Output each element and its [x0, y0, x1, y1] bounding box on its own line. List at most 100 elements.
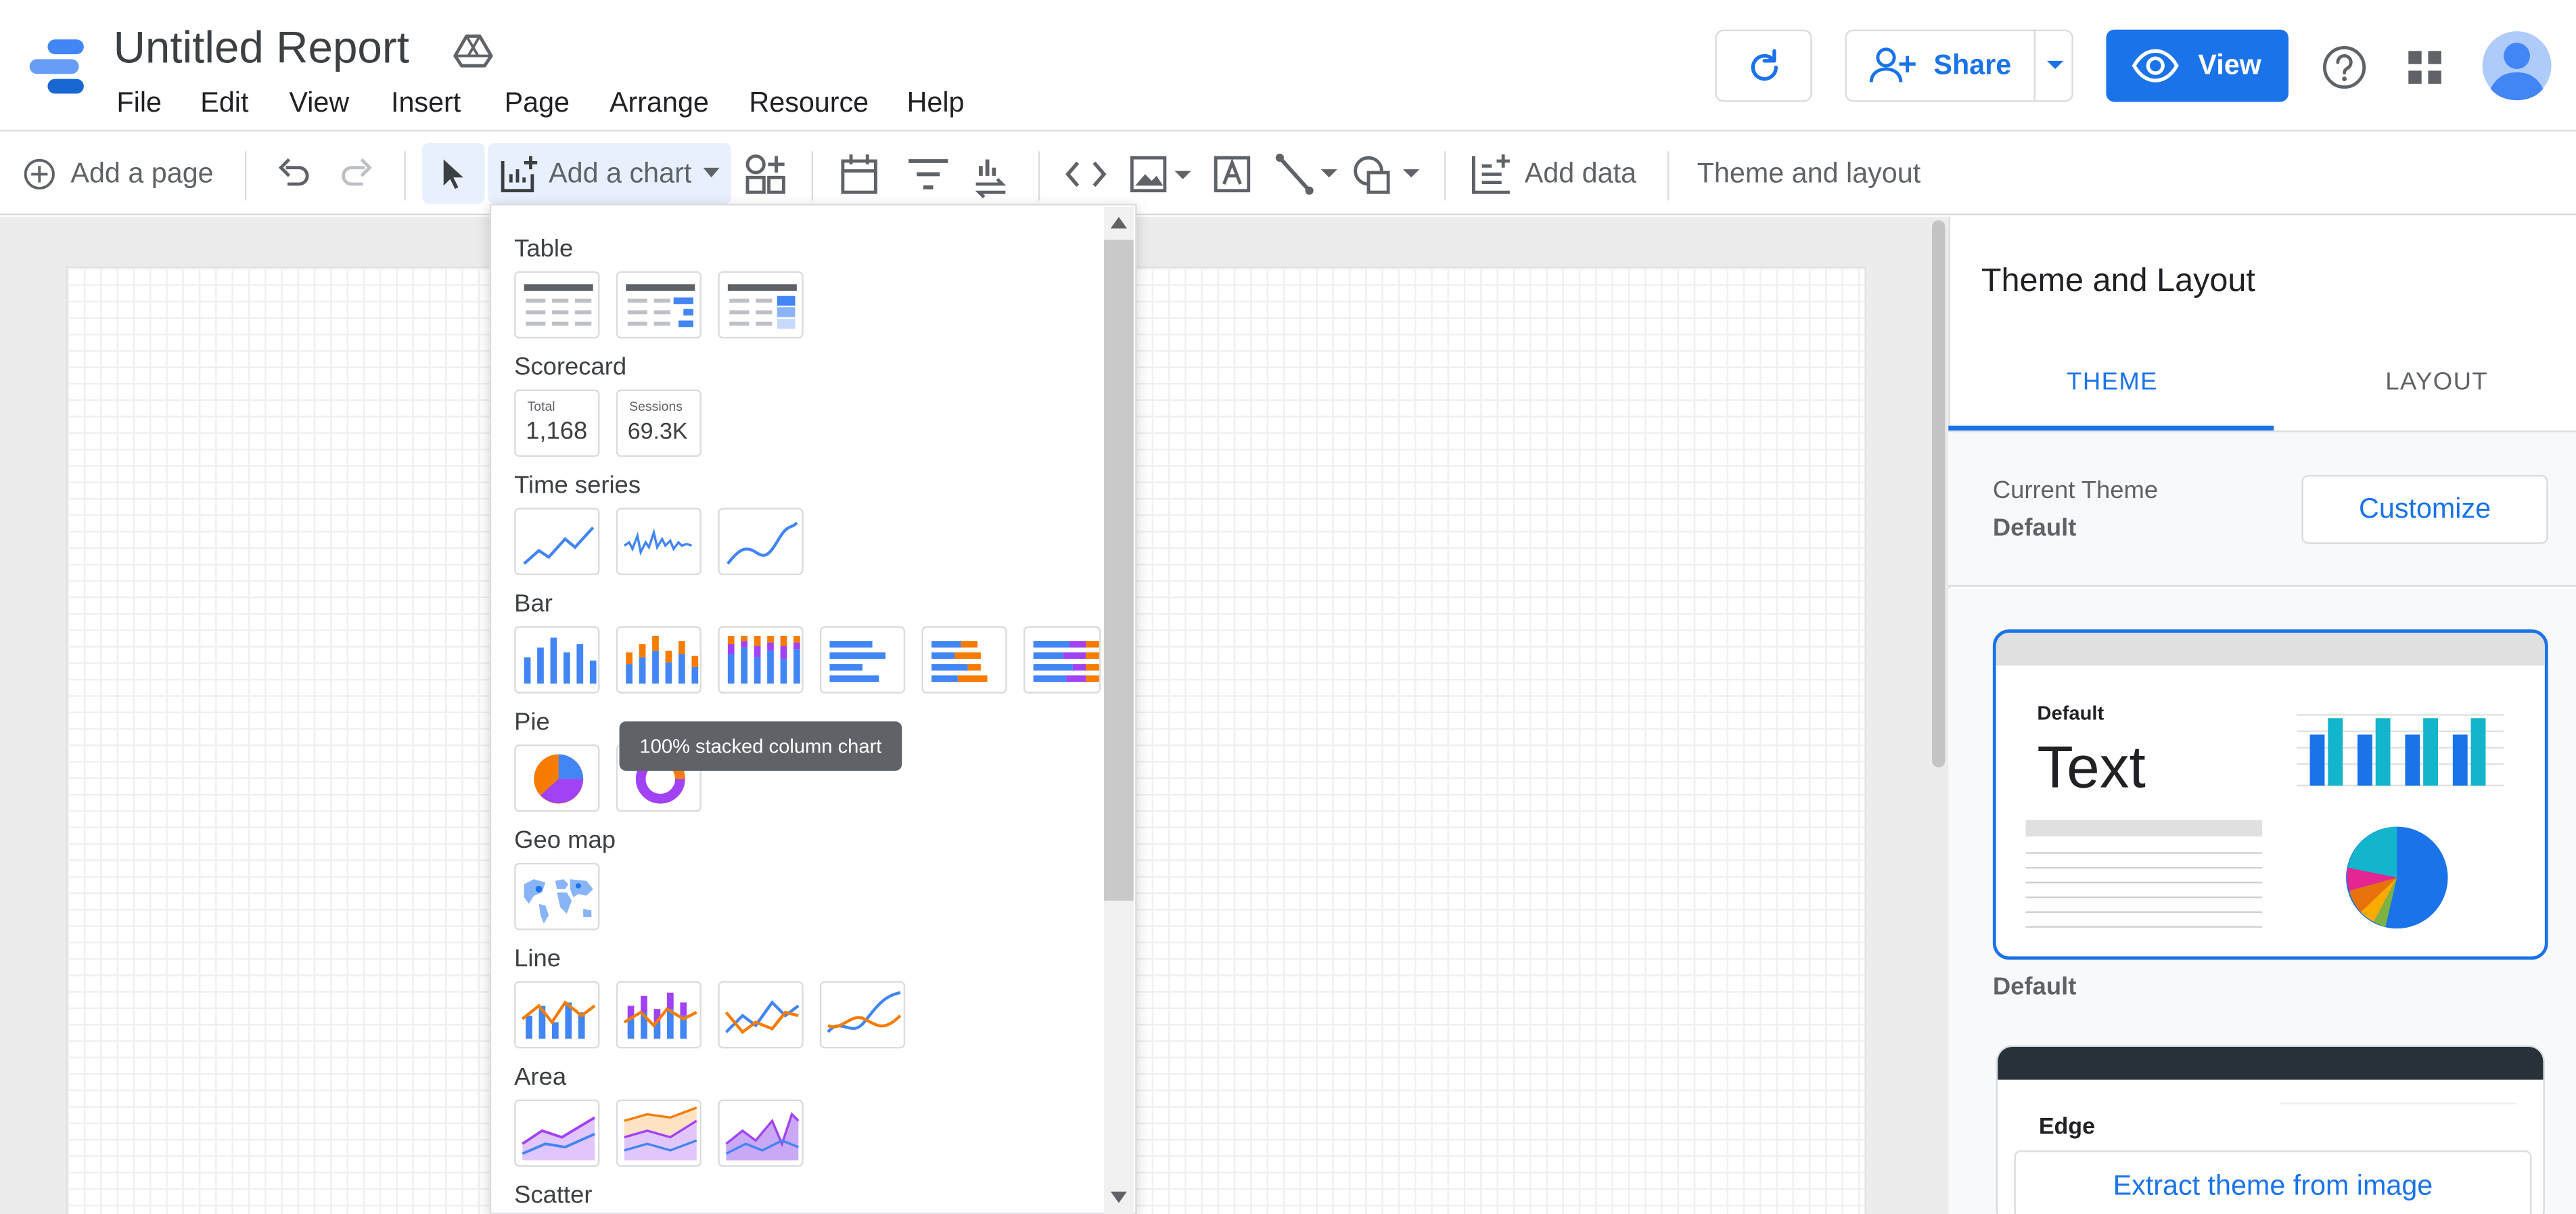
share-options-button[interactable]: [2033, 29, 2073, 102]
code-embed-icon[interactable]: [1065, 158, 1107, 191]
text-box-icon[interactable]: [1211, 153, 1254, 196]
looker-studio-logo[interactable]: [26, 36, 89, 98]
help-icon[interactable]: [2322, 45, 2368, 91]
tab-layout[interactable]: LAYOUT: [2385, 368, 2488, 396]
scroll-down-icon[interactable]: [1110, 1191, 1127, 1205]
toolbar-divider: [811, 151, 814, 201]
section-label-scorecard: Scorecard: [514, 353, 627, 382]
section-label-time-series: Time series: [514, 471, 641, 500]
theme-table-preview: [2025, 819, 2263, 928]
column-chart-icon: [524, 637, 597, 684]
table-icon: [524, 284, 593, 326]
menu-resource[interactable]: Resource: [749, 87, 869, 120]
chart-option-100-stacked-column[interactable]: [718, 626, 804, 694]
drive-icon[interactable]: [453, 33, 493, 69]
chart-option-time-series[interactable]: [514, 508, 600, 575]
add-chart-label: Add a chart: [549, 158, 692, 189]
data-control-icon[interactable]: [971, 153, 1010, 199]
apps-grid-icon[interactable]: [2407, 49, 2443, 85]
percent-stacked-area-icon: [725, 1112, 800, 1161]
select-tool-button[interactable]: [422, 143, 485, 204]
chart-option-scorecard-compact[interactable]: Sessions 69.3K: [616, 389, 702, 457]
chart-option-table-heatmap[interactable]: [718, 271, 804, 339]
tab-theme[interactable]: THEME: [2067, 368, 2158, 396]
chart-option-bar[interactable]: [819, 626, 906, 694]
chart-option-smoothed-time-series[interactable]: [718, 508, 804, 575]
menu-edit[interactable]: Edit: [200, 87, 248, 120]
filter-icon[interactable]: [907, 158, 950, 191]
redo-icon[interactable]: [337, 154, 376, 194]
chart-option-combo[interactable]: [514, 981, 600, 1049]
shape-tool-icon[interactable]: [1352, 153, 1421, 196]
active-tab-indicator: [1948, 425, 2274, 431]
theme-and-layout-button[interactable]: Theme and layout: [1697, 158, 1921, 191]
theme-card-heading: Edge: [2038, 1112, 2095, 1139]
section-label-scatter: Scatter: [514, 1182, 593, 1210]
chart-option-table[interactable]: [514, 271, 600, 339]
refresh-button[interactable]: [1715, 29, 1812, 102]
scorecard-value: 1,168: [526, 417, 588, 446]
chart-option-stacked-column[interactable]: [616, 626, 702, 694]
time-series-icon: [523, 526, 595, 565]
toolbar-divider: [1667, 151, 1670, 201]
line-chart-icon: [724, 1000, 800, 1035]
chart-option-sparkline[interactable]: [616, 508, 702, 575]
chart-option-column[interactable]: [514, 626, 600, 694]
chart-option-scorecard[interactable]: Total 1,168: [514, 389, 600, 457]
chart-option-area[interactable]: [514, 1099, 600, 1167]
theme-card-default[interactable]: Default Text: [1992, 629, 2548, 960]
chevron-down-icon: [2046, 60, 2064, 69]
chart-option-tooltip: 100% stacked column chart: [619, 721, 902, 771]
line-tool-icon[interactable]: [1275, 153, 1341, 196]
add-control-icon[interactable]: [744, 153, 787, 196]
theme-card-header: [1998, 1046, 2544, 1080]
smooth-line-icon: [727, 521, 798, 565]
chart-option-stacked-combo[interactable]: [616, 981, 702, 1049]
menu-arrange[interactable]: Arrange: [610, 87, 709, 120]
report-title[interactable]: Untitled Report: [114, 23, 409, 74]
chart-option-line[interactable]: [718, 981, 804, 1049]
calendar-icon[interactable]: [840, 153, 879, 196]
scorecard-label: Total: [527, 399, 555, 414]
add-page-button[interactable]: Add a page: [70, 158, 213, 191]
menu-view[interactable]: View: [289, 87, 349, 120]
menu-page[interactable]: Page: [505, 87, 570, 120]
stacked-column-icon: [626, 635, 699, 684]
chart-option-table-with-bars[interactable]: [616, 271, 702, 339]
undo-icon[interactable]: [275, 154, 314, 194]
sparkline-icon: [623, 528, 692, 556]
chart-option-smoothed-line[interactable]: [819, 981, 906, 1049]
percent-stacked-bar-icon: [1033, 641, 1099, 682]
image-icon[interactable]: [1128, 154, 1194, 194]
extract-theme-button[interactable]: Extract theme from image: [2014, 1150, 2532, 1214]
view-label: View: [2198, 49, 2261, 81]
avatar[interactable]: [2481, 30, 2553, 102]
theme-pie-preview: [2345, 826, 2448, 929]
chart-option-stacked-area[interactable]: [616, 1099, 702, 1167]
menu-scrollbar[interactable]: [1103, 240, 1134, 901]
add-chart-button[interactable]: Add a chart: [488, 143, 731, 204]
add-data-icon[interactable]: [1469, 151, 1515, 197]
chart-option-100-stacked-bar[interactable]: [1023, 626, 1101, 694]
toolbar-divider: [1038, 151, 1040, 201]
chevron-down-icon: [703, 167, 720, 178]
scroll-up-icon[interactable]: [1110, 215, 1127, 229]
theme-card-caption: Default: [1992, 972, 2077, 1001]
toolbar-divider: [244, 151, 247, 201]
share-label: Share: [1933, 49, 2012, 81]
chart-option-100-stacked-area[interactable]: [718, 1099, 804, 1167]
chart-option-geo-map[interactable]: [514, 862, 600, 930]
chart-option-stacked-bar[interactable]: [921, 626, 1007, 694]
customize-button[interactable]: Customize: [2301, 474, 2548, 544]
theme-card-heading: Default: [2037, 701, 2104, 725]
workspace-scrollbar[interactable]: [1931, 220, 1946, 768]
add-data-button[interactable]: Add data: [1525, 158, 1636, 191]
menu-insert[interactable]: Insert: [391, 87, 461, 120]
menu-help[interactable]: Help: [907, 87, 965, 120]
eye-icon: [2132, 49, 2179, 83]
world-map-icon: [524, 879, 593, 924]
table-heatmap-icon: [727, 284, 797, 329]
menu-file[interactable]: File: [116, 87, 162, 120]
chart-option-pie[interactable]: [514, 744, 600, 812]
smoothed-line-icon: [827, 991, 902, 1033]
